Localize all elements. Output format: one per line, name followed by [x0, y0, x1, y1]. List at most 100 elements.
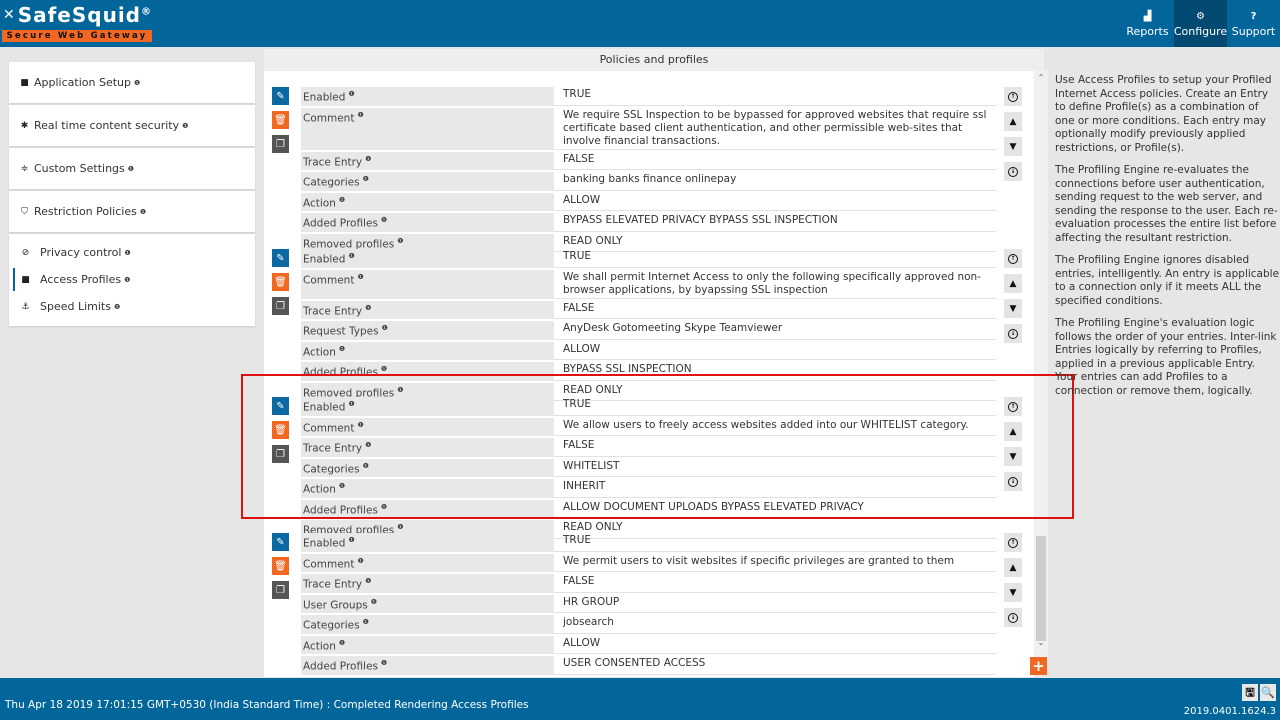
move-bottom-button[interactable]: ↓ [1004, 608, 1022, 627]
move-down-button[interactable]: ▼ [1004, 137, 1022, 156]
info-icon[interactable]: ❶ [339, 639, 345, 647]
move-top-button[interactable]: ↑ [1004, 397, 1022, 416]
scroll-thumb[interactable] [1036, 536, 1046, 641]
move-down-button[interactable]: ▼ [1004, 583, 1022, 602]
copy-button[interactable]: ❐ [272, 135, 289, 153]
info-icon[interactable]: ❶ [348, 90, 354, 98]
info-icon[interactable]: ❶ [124, 249, 130, 257]
field-value[interactable]: We require SSL Inspection to be bypassed… [554, 108, 996, 150]
info-icon[interactable]: ❶ [381, 365, 387, 373]
info-icon[interactable]: ❶ [128, 165, 134, 173]
info-icon[interactable]: ❶ [365, 577, 371, 585]
field-value[interactable]: ALLOW [554, 636, 996, 654]
info-icon[interactable]: ❶ [397, 237, 403, 245]
edit-button[interactable]: ✎ [272, 533, 289, 551]
field-value[interactable]: INHERIT [554, 479, 996, 498]
info-icon[interactable]: ❶ [363, 462, 369, 470]
edit-button[interactable]: ✎ [272, 249, 289, 267]
field-value[interactable]: USER CONSENTED ACCESS [554, 656, 996, 675]
info-icon[interactable]: ❶ [134, 79, 140, 87]
field-value[interactable]: banking banks finance onlinepay [554, 172, 996, 191]
sidebar-item-custom-settings[interactable]: ≑ Custom Settings ❶ [9, 148, 255, 189]
move-bottom-button[interactable]: ↓ [1004, 472, 1022, 491]
info-icon[interactable]: ❶ [348, 536, 354, 544]
nav-configure[interactable]: ⚙ Configure [1174, 0, 1227, 47]
info-icon[interactable]: ❶ [348, 400, 354, 408]
field-value[interactable]: jobsearch [554, 615, 996, 634]
info-icon[interactable]: ❶ [382, 324, 388, 332]
field-value[interactable]: HR GROUP [554, 595, 996, 613]
add-entry-button[interactable]: + [1030, 657, 1047, 675]
info-icon[interactable]: ❶ [114, 303, 120, 311]
sidebar-item-application-setup[interactable]: ■ Application Setup ❶ [9, 62, 255, 103]
info-icon[interactable]: ❶ [182, 122, 188, 130]
info-icon[interactable]: ❶ [124, 276, 130, 284]
field-value[interactable]: WHITELIST [554, 459, 996, 477]
field-value[interactable]: BYPASS ELEVATED PRIVACY BYPASS SSL INSPE… [554, 213, 996, 232]
scroll-up-icon[interactable]: ⌃ [1034, 73, 1048, 85]
copy-button[interactable]: ❐ [272, 445, 289, 463]
field-value[interactable]: FALSE [554, 438, 996, 457]
field-value[interactable]: TRUE [554, 397, 996, 416]
delete-button[interactable]: 🗑 [272, 557, 289, 575]
safesquid-logo[interactable]: ✕ SafeSquid® Secure Web Gateway [2, 2, 152, 44]
edit-button[interactable]: ✎ [272, 87, 289, 105]
info-icon[interactable]: ❶ [357, 421, 363, 429]
info-icon[interactable]: ❶ [381, 503, 387, 511]
info-icon[interactable]: ❶ [397, 523, 403, 531]
info-icon[interactable]: ❶ [357, 557, 363, 565]
move-top-button[interactable]: ↑ [1004, 533, 1022, 552]
sidebar-item-privacy-control[interactable]: ⊘ Privacy control ❶ [9, 239, 255, 266]
nav-reports[interactable]: ▟ Reports [1121, 0, 1174, 47]
delete-button[interactable]: 🗑 [272, 111, 289, 129]
nav-support[interactable]: ? Support [1227, 0, 1280, 47]
move-up-button[interactable]: ▲ [1004, 422, 1022, 441]
copy-button[interactable]: ❐ [272, 581, 289, 599]
field-value[interactable]: TRUE [554, 87, 996, 106]
field-value[interactable]: BYPASS SSL INSPECTION [554, 362, 996, 381]
info-icon[interactable]: ❶ [365, 155, 371, 163]
sidebar-item-restriction-policies[interactable]: ⛉ Restriction Policies ❶ [9, 191, 255, 232]
info-icon[interactable]: ❶ [365, 441, 371, 449]
info-icon[interactable]: ❶ [339, 345, 345, 353]
field-value[interactable]: FALSE [554, 574, 996, 593]
field-value[interactable]: FALSE [554, 301, 996, 319]
move-bottom-button[interactable]: ↓ [1004, 162, 1022, 181]
field-value[interactable]: We permit users to visit websites if spe… [554, 554, 996, 572]
sidebar-item-real-time-content-security[interactable]: ✱ Real time content security ❶ [9, 105, 255, 146]
scroll-down-icon[interactable]: ⌄ [1034, 638, 1048, 650]
sidebar-item-access-profiles[interactable]: ■ Access Profiles ❶ [9, 266, 255, 293]
field-value[interactable]: ALLOW DOCUMENT UPLOADS BYPASS ELEVATED P… [554, 500, 996, 518]
move-up-button[interactable]: ▲ [1004, 558, 1022, 577]
field-value[interactable]: AnyDesk Gotomeeting Skype Teamviewer [554, 321, 996, 340]
info-icon[interactable]: ❶ [397, 386, 403, 394]
info-icon[interactable]: ❶ [357, 273, 363, 281]
info-icon[interactable]: ❶ [381, 216, 387, 224]
info-icon[interactable]: ❶ [357, 111, 363, 119]
delete-button[interactable]: 🗑 [272, 273, 289, 291]
info-icon[interactable]: ❶ [348, 252, 354, 260]
info-icon[interactable]: ❶ [140, 208, 146, 216]
field-value[interactable]: TRUE [554, 533, 996, 552]
info-icon[interactable]: ❶ [371, 598, 377, 606]
move-top-button[interactable]: ↑ [1004, 249, 1022, 268]
save-icon[interactable]: 🖫 [1242, 684, 1258, 701]
field-value[interactable]: ALLOW [554, 342, 996, 360]
delete-button[interactable]: 🗑 [272, 421, 289, 439]
move-down-button[interactable]: ▼ [1004, 447, 1022, 466]
field-value[interactable]: We shall permit Internet Access to only … [554, 270, 996, 299]
move-up-button[interactable]: ▲ [1004, 112, 1022, 131]
field-value[interactable]: ALLOW [554, 193, 996, 211]
info-icon[interactable]: ❶ [339, 482, 345, 490]
entries-scrollbar[interactable]: ⌃ ⌄ [1034, 71, 1048, 658]
move-down-button[interactable]: ▼ [1004, 299, 1022, 318]
edit-button[interactable]: ✎ [272, 397, 289, 415]
search-icon[interactable]: 🔍 [1260, 684, 1276, 701]
move-bottom-button[interactable]: ↓ [1004, 324, 1022, 343]
info-icon[interactable]: ❶ [363, 618, 369, 626]
move-top-button[interactable]: ↑ [1004, 87, 1022, 106]
sidebar-item-speed-limits[interactable]: ⚓ Speed Limits ❶ [9, 293, 255, 320]
field-value[interactable]: We allow users to freely access websites… [554, 418, 996, 436]
info-icon[interactable]: ❶ [363, 175, 369, 183]
info-icon[interactable]: ❶ [365, 304, 371, 312]
